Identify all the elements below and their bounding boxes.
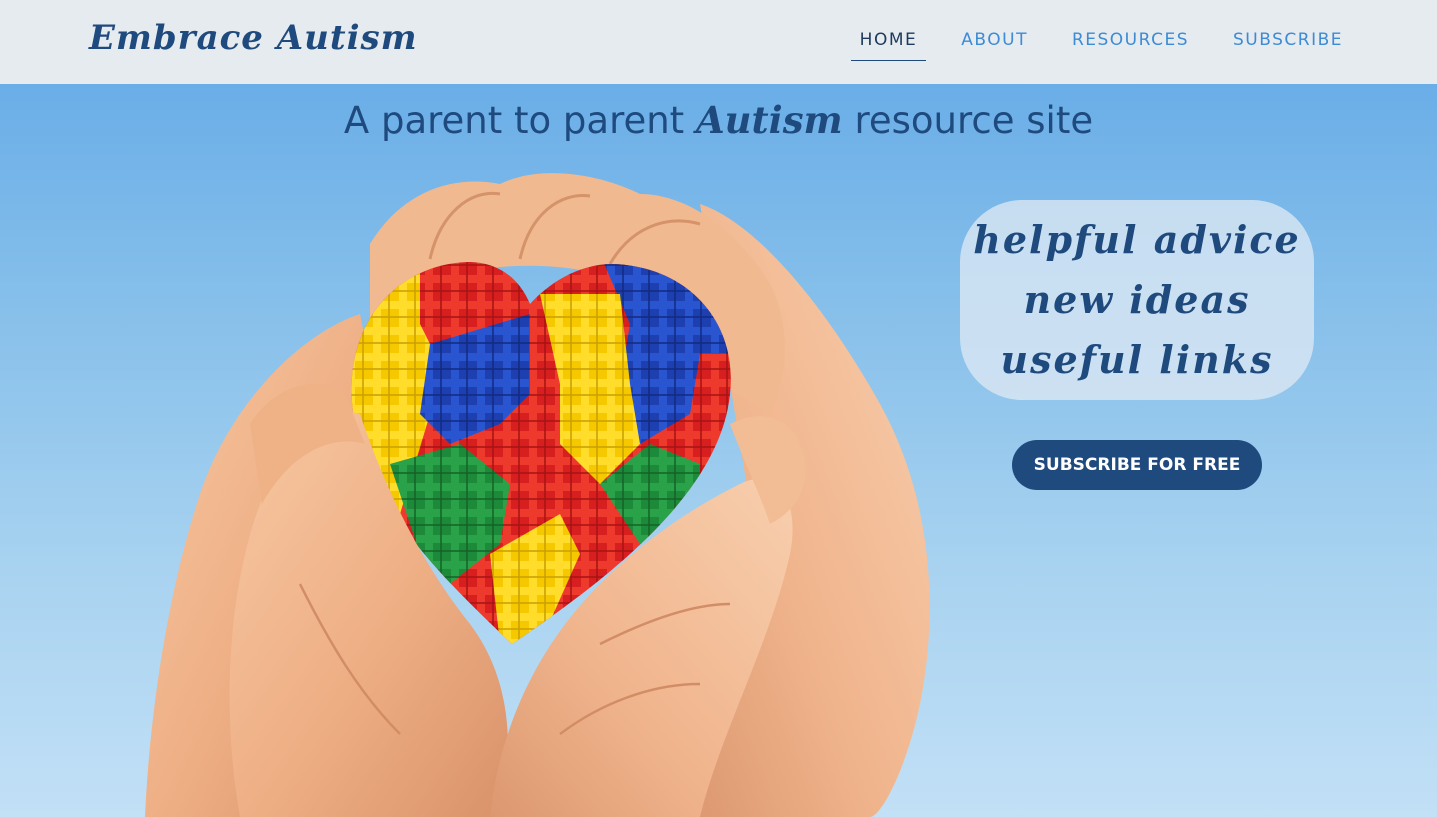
nav-resources[interactable]: RESOURCES xyxy=(1063,30,1198,61)
nav-about[interactable]: ABOUT xyxy=(952,30,1037,61)
hero-section: A parent to parent Autism resource site … xyxy=(0,84,1437,817)
nav-home[interactable]: HOME xyxy=(850,30,927,61)
feature-new-ideas: new ideas xyxy=(1023,277,1251,322)
tagline-text-start: A parent to parent xyxy=(343,99,696,142)
nav-subscribe[interactable]: SUBSCRIBE xyxy=(1224,30,1352,61)
feature-useful-links: useful links xyxy=(1000,337,1274,382)
feature-helpful-advice: helpful advice xyxy=(973,217,1301,262)
hero-tagline: A parent to parent Autism resource site xyxy=(0,98,1437,142)
page: Embrace Autism HOME ABOUT RESOURCES SUBS… xyxy=(0,0,1437,817)
main-nav: HOME ABOUT RESOURCES SUBSCRIBE xyxy=(850,30,1352,61)
tagline-text-end: resource site xyxy=(842,99,1094,142)
site-logo[interactable]: Embrace Autism xyxy=(89,18,418,58)
subscribe-for-free-button[interactable]: SUBSCRIBE FOR FREE xyxy=(1012,440,1262,490)
site-header: Embrace Autism HOME ABOUT RESOURCES SUBS… xyxy=(0,0,1437,84)
features-bubble: helpful advice new ideas useful links xyxy=(960,200,1314,400)
tagline-emphasis: Autism xyxy=(695,98,843,142)
